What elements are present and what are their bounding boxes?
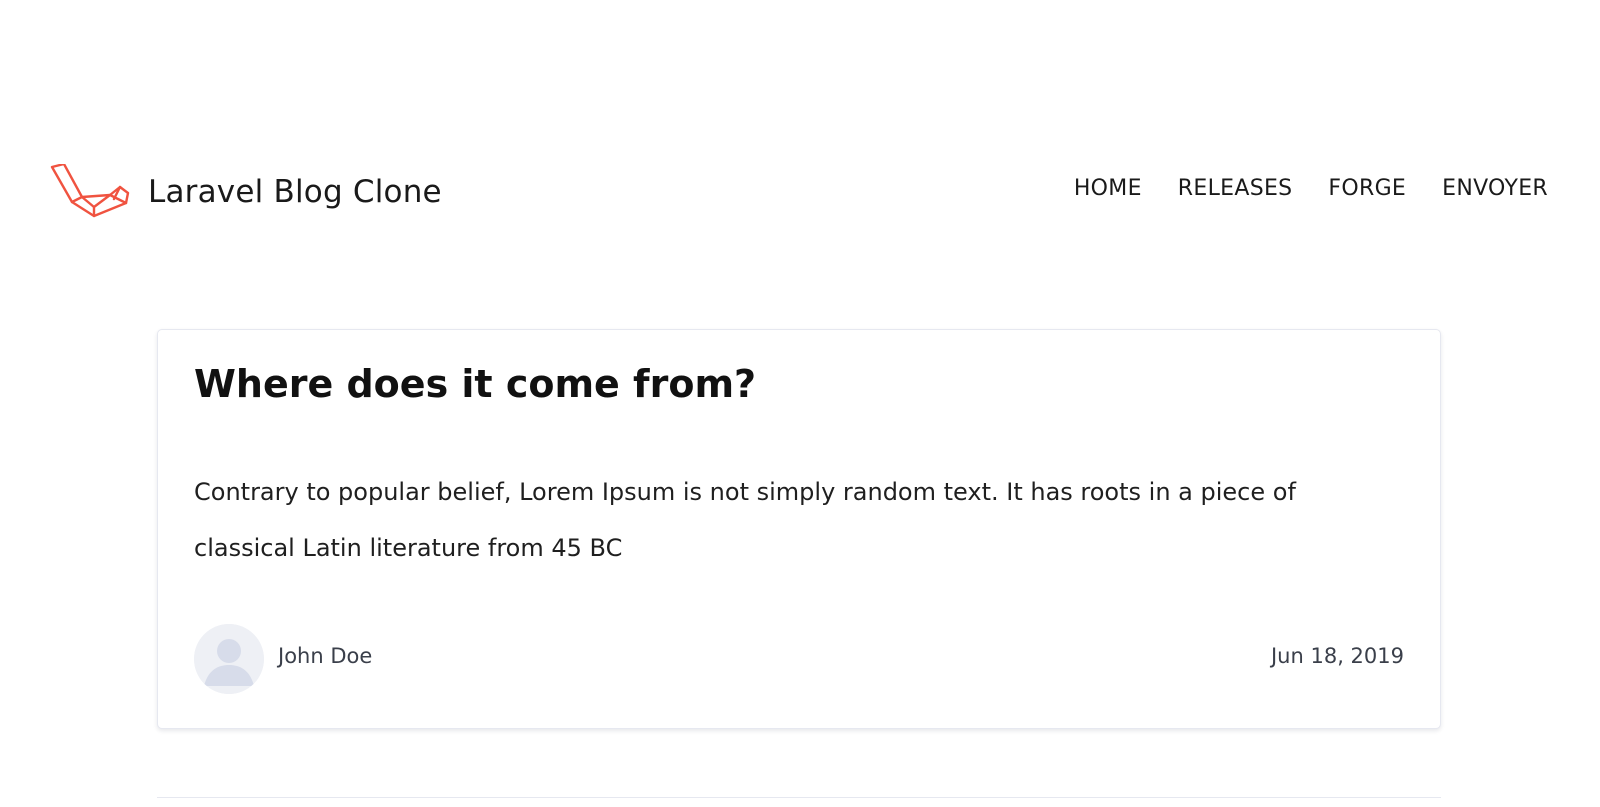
nav-forge[interactable]: FORGE <box>1328 176 1406 201</box>
nav-releases[interactable]: RELEASES <box>1178 176 1293 201</box>
post-title[interactable]: Where does it come from? <box>194 362 756 406</box>
post-meta: John Doe Jun 18, 2019 <box>194 624 1404 694</box>
user-avatar-icon <box>194 624 264 694</box>
post-excerpt: Contrary to popular belief, Lorem Ipsum … <box>194 478 1296 562</box>
main-nav: HOME RELEASES FORGE ENVOYER <box>1074 176 1548 201</box>
post-date: Jun 18, 2019 <box>1270 644 1404 668</box>
laravel-logo-icon <box>50 164 130 220</box>
brand-link[interactable]: Laravel Blog Clone <box>50 164 442 220</box>
brand-name: Laravel Blog Clone <box>148 174 442 210</box>
post-card: Where does it come from? Contrary to pop… <box>157 329 1441 729</box>
next-post-card-edge <box>157 797 1441 807</box>
nav-home[interactable]: HOME <box>1074 176 1142 201</box>
site-header: Laravel Blog Clone HOME RELEASES FORGE E… <box>0 150 1600 230</box>
nav-envoyer[interactable]: ENVOYER <box>1442 176 1548 201</box>
author-name: John Doe <box>278 644 373 668</box>
